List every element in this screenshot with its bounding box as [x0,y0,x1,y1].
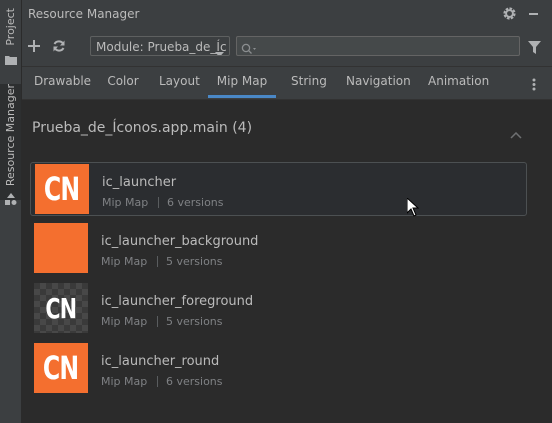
resource-versions: 5 versions [166,255,223,268]
separator [158,197,159,208]
resource-row-ic-launcher-foreground[interactable]: CN ic_launcher_foreground Mip Map 5 vers… [30,282,527,336]
resource-versions: 6 versions [166,375,223,388]
thumbnail-logo-text: CN [43,349,79,387]
chevron-up-icon[interactable] [510,124,522,143]
resource-row-ic-launcher-round[interactable]: CN ic_launcher_round Mip Map 6 versions [30,342,527,396]
panel-title: Resource Manager [28,7,140,21]
resource-name: ic_launcher_round [101,354,220,369]
thumbnail-logo-text: CN [44,170,80,208]
group-header[interactable]: Prueba_de_Íconos.app.main (4) [32,120,252,136]
chevron-down-icon [215,44,224,55]
tab-drawable[interactable]: Drawable [34,67,91,98]
resource-type: Mip Map [101,255,148,268]
resource-thumbnail: CN [35,164,89,214]
module-select[interactable]: Module: Prueba_de_Íc [90,36,230,56]
tab-string[interactable]: String [291,67,327,98]
resource-manager-panel: Resource Manager Module: Prueba_de_Íc Dr… [22,0,552,423]
resource-thumbnail: CN [34,283,88,333]
side-tab-resource-manager-label: Resource Manager [4,84,17,187]
resource-thumbnail: CN [34,343,88,393]
resource-type: Mip Map [101,375,148,388]
search-input[interactable] [259,38,513,56]
resource-versions: 5 versions [166,315,223,328]
refresh-icon[interactable] [52,38,66,57]
panel-titlebar: Resource Manager [22,0,552,28]
resource-name: ic_launcher_background [101,234,259,249]
resource-name: ic_launcher_foreground [101,294,254,309]
side-tab-project[interactable]: Project [0,8,21,65]
separator [157,316,158,327]
tab-animation[interactable]: Animation [428,67,489,98]
resource-row-ic-launcher[interactable]: CN ic_launcher Mip Map 6 versions [30,162,527,216]
search-box[interactable] [236,36,520,56]
tab-navigation[interactable]: Navigation [346,67,411,98]
resource-type-tabs: Drawable Color Layout Mip Map String Nav… [22,67,552,100]
side-tab-project-label: Project [4,8,17,46]
more-icon[interactable] [532,76,536,95]
tab-mip-map[interactable]: Mip Map [208,67,276,98]
resource-list: Prueba_de_Íconos.app.main (4) CN ic_laun… [22,100,552,423]
thumbnail-logo-text: CN [45,291,78,325]
separator [157,376,158,387]
cursor-icon [406,196,420,221]
gear-icon[interactable] [502,6,517,25]
resource-type: Mip Map [102,196,149,209]
plus-icon[interactable] [27,38,41,57]
tab-color[interactable]: Color [106,67,140,98]
search-icon [241,40,257,59]
separator [157,256,158,267]
resource-thumbnail [34,223,88,273]
filter-icon[interactable] [528,39,541,58]
resource-toolbar: Module: Prueba_de_Íc [22,28,552,67]
resource-name: ic_launcher [102,175,177,190]
tab-layout[interactable]: Layout [159,67,200,98]
shapes-icon [4,190,17,209]
side-tab-resource-manager[interactable]: Resource Manager [0,84,21,206]
folder-icon [4,50,17,69]
resource-type: Mip Map [101,315,148,328]
resource-versions: 6 versions [167,196,224,209]
side-tool-strip: Project Resource Manager [0,0,22,423]
minimize-icon[interactable] [529,13,538,15]
resource-row-ic-launcher-background[interactable]: ic_launcher_background Mip Map 5 version… [30,222,527,276]
module-select-value: Module: Prueba_de_Íc [96,40,227,54]
